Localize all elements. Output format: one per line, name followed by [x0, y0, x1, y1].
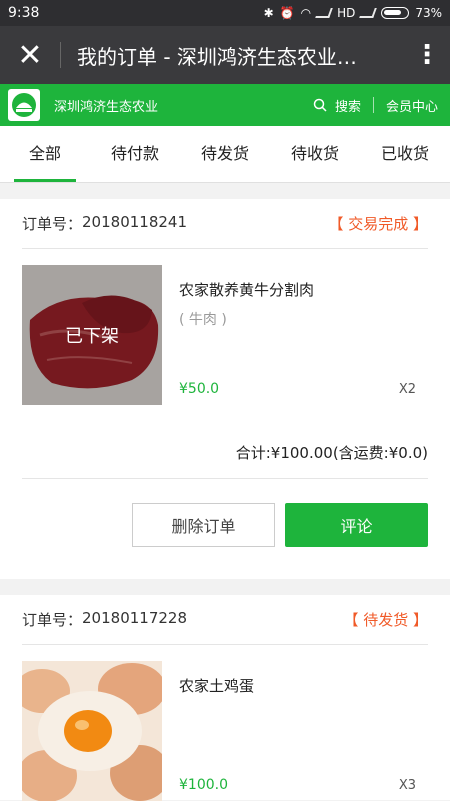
product-name[interactable]: 农家散养黄牛分割肉 — [179, 279, 314, 300]
site-bar: 深圳鸿济生态农业 搜索 会员中心 — [0, 84, 450, 126]
order-status: 【 交易完成 】 — [328, 215, 428, 233]
battery-icon — [381, 7, 410, 19]
order-item[interactable]: 已下架 农家散养黄牛分割肉 ( 牛肉 ) ¥50.0 X2 — [22, 249, 428, 405]
order-tabs: 全部 待付款 待发货 待收货 已收货 — [0, 126, 450, 183]
site-bar-divider — [372, 97, 374, 113]
order-number-label: 订单号： — [22, 215, 83, 233]
member-center-link[interactable]: 会员中心 — [386, 96, 438, 115]
product-price: ¥50.0 — [179, 381, 220, 397]
more-menu-icon[interactable]: ⋮ — [404, 40, 450, 70]
status-time: 9:38 — [8, 5, 40, 21]
network-type: HD — [337, 6, 356, 20]
order-number-value: 20180117228 — [82, 609, 187, 627]
order-total: 合计:¥100.00(含运费:¥0.0) — [235, 444, 428, 462]
status-icons: ✱ ⏰ ◠ HD 73% — [264, 6, 442, 20]
order-header: 订单号： 20180118241 【 交易完成 】 — [22, 199, 428, 249]
search-icon[interactable] — [313, 98, 327, 112]
eggs-image — [22, 661, 162, 801]
alarm-icon: ⏰ — [279, 6, 295, 20]
product-spec: ( 牛肉 ) — [179, 312, 227, 328]
search-link[interactable]: 搜索 — [335, 96, 361, 115]
site-name: 深圳鸿济生态农业 — [54, 99, 159, 115]
product-image[interactable]: 已下架 — [22, 265, 162, 405]
order-total-row: 合计:¥100.00(含运费:¥0.0) — [22, 399, 428, 479]
site-logo[interactable] — [8, 89, 40, 121]
wifi-icon: ◠ — [300, 6, 312, 20]
off-shelf-overlay: 已下架 — [22, 265, 162, 405]
order-actions: 删除订单 评论 — [22, 479, 428, 571]
order-status: 【 待发货 】 — [343, 611, 428, 629]
order-number-label: 订单号： — [22, 611, 83, 629]
tab-pending-receipt[interactable]: 待收货 — [270, 126, 360, 182]
tab-pending-payment[interactable]: 待付款 — [90, 126, 180, 182]
battery-percent: 73% — [415, 6, 442, 20]
close-icon[interactable]: ✕ — [0, 38, 60, 73]
tab-received[interactable]: 已收货 — [360, 126, 450, 182]
order-number: 订单号： 20180117228 — [22, 609, 187, 630]
product-price: ¥100.0 — [179, 777, 228, 793]
page-title: 我的订单 - 深圳鸿济生态农业… — [77, 44, 357, 69]
product-image[interactable] — [22, 661, 162, 801]
product-quantity: X2 — [398, 382, 416, 397]
order-number: 订单号： 20180118241 — [22, 213, 187, 234]
product-name[interactable]: 农家土鸡蛋 — [179, 675, 254, 696]
order-header: 订单号： 20180117228 【 待发货 】 — [22, 595, 428, 645]
order-number-value: 20180118241 — [82, 213, 187, 231]
title-bar: ✕ 我的订单 - 深圳鸿济生态农业… ⋮ — [0, 26, 450, 84]
tab-all[interactable]: 全部 — [0, 126, 90, 182]
signal-icon-2 — [359, 8, 378, 18]
status-bar: 9:38 ✱ ⏰ ◠ HD 73% — [0, 0, 450, 26]
order-card: 订单号： 20180117228 【 待发货 】 农家土鸡蛋 ¥100.0 X3 — [0, 595, 450, 801]
product-quantity: X3 — [398, 778, 416, 793]
tab-pending-shipment[interactable]: 待发货 — [180, 126, 270, 182]
logo-icon — [12, 93, 36, 117]
bluetooth-icon: ✱ — [263, 6, 274, 20]
order-item[interactable]: 农家土鸡蛋 ¥100.0 X3 — [22, 645, 428, 801]
order-card: 订单号： 20180118241 【 交易完成 】 已下架 农家散养黄牛分割肉 … — [0, 199, 450, 579]
signal-icon — [315, 8, 333, 18]
comment-button[interactable]: 评论 — [285, 503, 428, 547]
delete-order-button[interactable]: 删除订单 — [132, 503, 275, 547]
